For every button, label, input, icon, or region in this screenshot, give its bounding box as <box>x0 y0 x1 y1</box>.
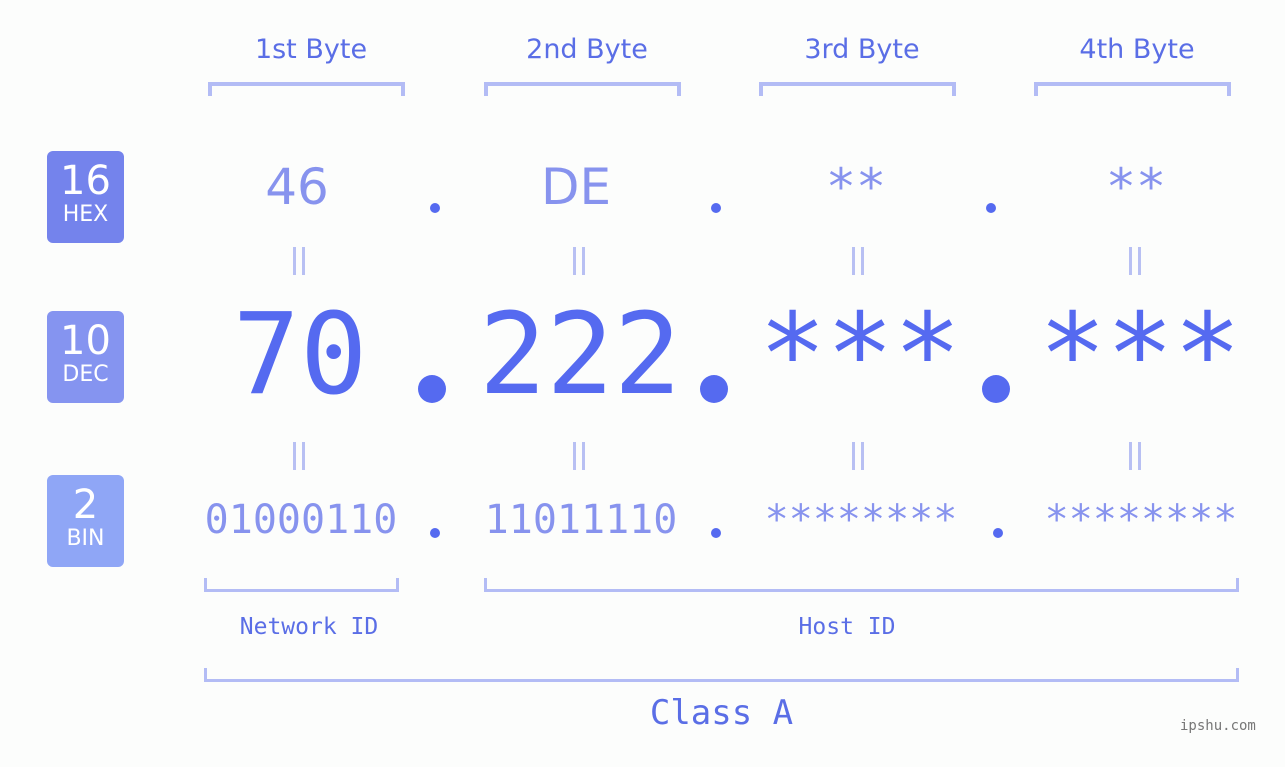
dec-dot-1 <box>418 375 446 403</box>
host-id-bracket <box>484 578 1239 592</box>
hex-value-3: ** <box>825 158 887 216</box>
hex-value-1: 46 <box>265 158 329 216</box>
byte-bracket-4 <box>1034 82 1231 96</box>
equals-icon <box>1128 442 1142 470</box>
hex-label: HEX <box>62 202 109 227</box>
class-bracket <box>204 668 1239 682</box>
hex-badge: 16 HEX <box>47 151 124 243</box>
equals-icon <box>851 247 865 275</box>
dec-value-3: *** <box>758 290 962 420</box>
dec-label: DEC <box>62 362 109 387</box>
byte-bracket-3 <box>759 82 956 96</box>
bin-badge: 2 BIN <box>47 475 124 567</box>
class-label: Class A <box>649 693 794 733</box>
hex-dot-3 <box>986 203 996 213</box>
byte-bracket-1 <box>208 82 405 96</box>
bin-dot-2 <box>711 528 721 538</box>
byte-bracket-2 <box>484 82 681 96</box>
bin-value-2: 11011110 <box>484 497 678 543</box>
bin-value-4: ******** <box>1044 497 1238 543</box>
equals-icon <box>292 247 306 275</box>
bin-value-1: 01000110 <box>204 497 398 543</box>
bin-base: 2 <box>72 482 99 528</box>
dec-dot-3 <box>982 375 1010 403</box>
equals-icon <box>1128 247 1142 275</box>
equals-icon <box>292 442 306 470</box>
equals-icon <box>572 442 586 470</box>
equals-icon <box>572 247 586 275</box>
hex-dot-1 <box>430 203 440 213</box>
dec-value-4: *** <box>1038 290 1242 420</box>
byte-header-1: 1st Byte <box>254 34 368 65</box>
byte-header-3: 3rd Byte <box>804 34 920 65</box>
watermark: ipshu.com <box>1180 718 1256 734</box>
network-id-bracket <box>204 578 399 592</box>
bin-value-3: ******** <box>764 497 958 543</box>
bin-dot-1 <box>430 528 440 538</box>
bin-label: BIN <box>66 526 105 551</box>
hex-base: 16 <box>60 158 111 204</box>
hex-value-4: ** <box>1105 158 1167 216</box>
bin-dot-3 <box>993 528 1003 538</box>
hex-dot-2 <box>711 203 721 213</box>
equals-icon <box>851 442 865 470</box>
dec-base: 10 <box>60 318 111 364</box>
dec-value-2: 222 <box>478 290 682 420</box>
dec-value-1: 70 <box>232 290 368 420</box>
dec-dot-2 <box>700 375 728 403</box>
dec-badge: 10 DEC <box>47 311 124 403</box>
network-id-label: Network ID <box>239 614 379 640</box>
hex-value-2: DE <box>540 158 612 216</box>
byte-header-2: 2nd Byte <box>526 34 648 65</box>
byte-header-4: 4th Byte <box>1079 34 1195 65</box>
host-id-label: Host ID <box>798 614 896 640</box>
